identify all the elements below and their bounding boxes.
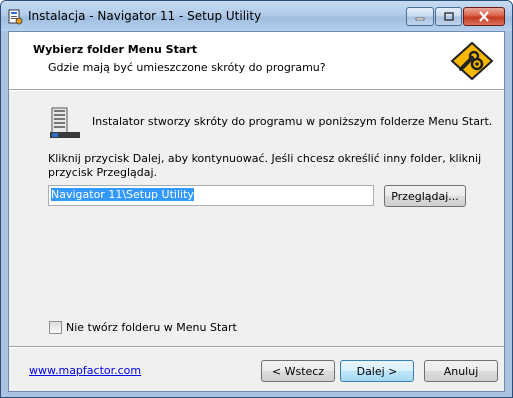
gear-wrench-icon [450, 41, 494, 81]
close-icon [479, 11, 489, 22]
wizard-header: Wybierz folder Menu Start Gdzie mają być… [9, 32, 504, 90]
title-bar[interactable]: Instalacja - Navigator 11 - Setup Utilit… [1, 1, 512, 31]
no-folder-checkbox[interactable] [49, 321, 62, 334]
header-separator [9, 90, 504, 91]
maximize-button[interactable] [435, 7, 462, 26]
window-title: Instalacja - Navigator 11 - Setup Utilit… [28, 9, 262, 23]
website-link[interactable]: www.mapfactor.com [29, 364, 141, 377]
no-folder-label[interactable]: Nie twórz folderu w Menu Start [66, 321, 237, 334]
info-text: Instalator stworzy skróty do programu w … [92, 115, 493, 128]
page-subtitle: Gdzie mają być umieszczone skróty do pro… [48, 61, 326, 74]
cancel-button[interactable]: Anuluj [424, 360, 498, 382]
minimize-icon [415, 17, 425, 20]
maximize-icon [443, 12, 454, 21]
browse-button[interactable]: Przeglądaj... [384, 185, 466, 207]
setup-window: Instalacja - Navigator 11 - Setup Utilit… [0, 0, 513, 398]
page-title: Wybierz folder Menu Start [33, 43, 197, 56]
installer-icon [8, 9, 23, 25]
footer-separator-highlight [9, 347, 504, 348]
minimize-button[interactable] [406, 7, 434, 26]
folder-input-value: Navigator 11\Setup Utility [51, 188, 194, 201]
close-button[interactable] [463, 7, 505, 26]
back-button[interactable]: < Wstecz [261, 360, 335, 382]
start-menu-folder-input[interactable]: Navigator 11\Setup Utility [48, 185, 374, 206]
no-folder-option[interactable]: Nie twórz folderu w Menu Start [49, 321, 237, 334]
wizard-client-area: Wybierz folder Menu Start Gdzie mają być… [8, 31, 505, 392]
next-button[interactable]: Dalej > [340, 360, 414, 382]
hint-text: Kliknij przycisk Dalej, aby kontynuować.… [48, 152, 482, 179]
program-folder-icon [50, 107, 80, 138]
